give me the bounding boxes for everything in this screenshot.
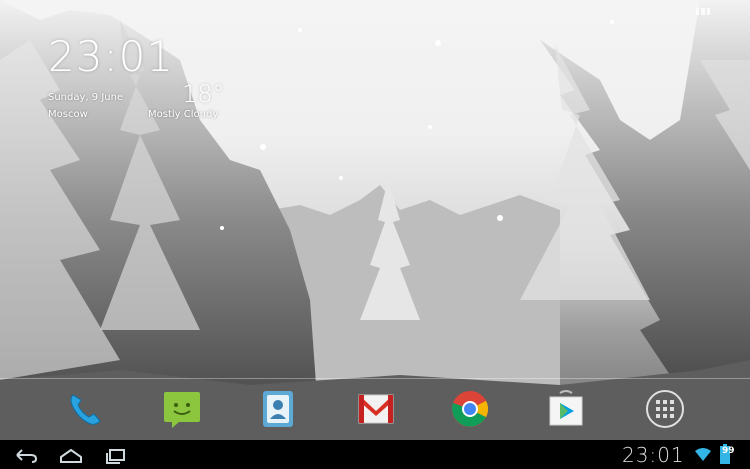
battery-percentage: 99 xyxy=(722,446,735,456)
widget-condition: Mostly Cloudy xyxy=(148,109,219,120)
status-bar-clock: 23:01 xyxy=(622,443,685,467)
back-icon[interactable] xyxy=(11,445,41,465)
gmail-app-icon[interactable] xyxy=(356,389,396,429)
dock-divider xyxy=(0,378,750,379)
widget-date: Sunday, 9 June xyxy=(48,92,124,103)
people-app-icon[interactable] xyxy=(258,389,298,429)
clock-weather-widget[interactable]: 23:01 Sunday, 9 June Moscow 18° Mostly C… xyxy=(48,32,248,132)
play-store-app-icon[interactable] xyxy=(546,389,586,429)
all-apps-icon[interactable] xyxy=(645,389,685,429)
messaging-app-icon[interactable] xyxy=(162,389,202,429)
recent-apps-icon[interactable] xyxy=(101,445,131,465)
widget-temperature: 18° xyxy=(182,80,225,108)
page-indicator xyxy=(696,8,710,15)
wifi-icon xyxy=(695,446,711,462)
widget-clock-time: 23:01 xyxy=(48,32,175,81)
phone-app-icon[interactable] xyxy=(65,389,105,429)
home-icon[interactable] xyxy=(56,445,86,465)
chrome-app-icon[interactable] xyxy=(450,389,490,429)
system-navigation-bar: 23:01 99 xyxy=(0,440,750,469)
widget-location: Moscow xyxy=(48,109,88,120)
